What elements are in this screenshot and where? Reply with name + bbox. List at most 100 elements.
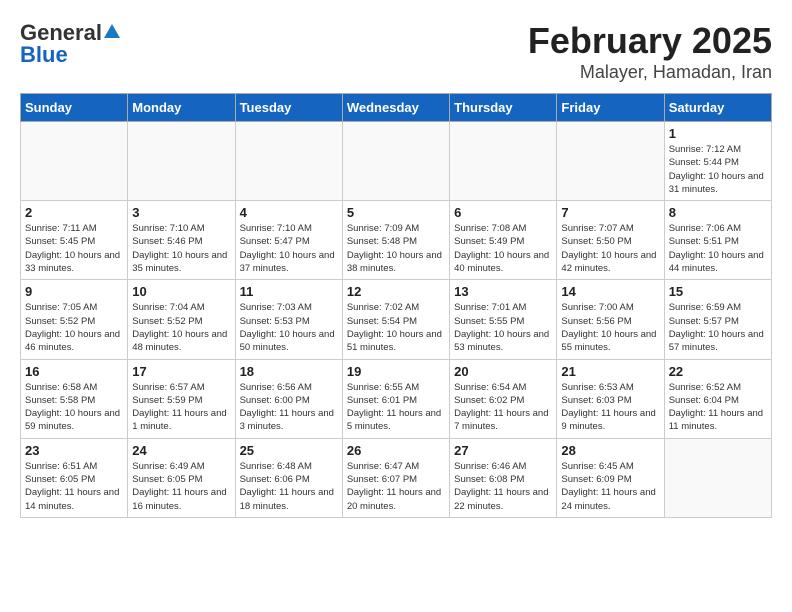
day-info: Sunrise: 6:45 AM Sunset: 6:09 PM Dayligh…: [561, 460, 659, 513]
day-info: Sunrise: 7:01 AM Sunset: 5:55 PM Dayligh…: [454, 301, 552, 354]
day-info: Sunrise: 7:00 AM Sunset: 5:56 PM Dayligh…: [561, 301, 659, 354]
calendar-cell: 16 Sunrise: 6:58 AM Sunset: 5:58 PM Dayli…: [21, 359, 128, 438]
calendar-weekday-tuesday: Tuesday: [235, 94, 342, 122]
day-info: Sunrise: 7:06 AM Sunset: 5:51 PM Dayligh…: [669, 222, 767, 275]
calendar-cell: 13Sunrise: 7:01 AM Sunset: 5:55 PM Dayli…: [450, 280, 557, 359]
calendar-cell: 7Sunrise: 7:07 AM Sunset: 5:50 PM Daylig…: [557, 201, 664, 280]
calendar-cell: 24 Sunrise: 6:49 AM Sunset: 6:05 PM Dayli…: [128, 438, 235, 517]
calendar-cell: 3Sunrise: 7:10 AM Sunset: 5:46 PM Daylig…: [128, 201, 235, 280]
logo-icon: [103, 22, 121, 40]
day-info: Sunrise: 6:49 AM Sunset: 6:05 PM Dayligh…: [132, 460, 230, 513]
page-subtitle: Malayer, Hamadan, Iran: [528, 62, 772, 83]
day-info: Sunrise: 6:54 AM Sunset: 6:02 PM Dayligh…: [454, 381, 552, 434]
day-number: 1: [669, 126, 767, 141]
day-info: Sunrise: 6:56 AM Sunset: 6:00 PM Dayligh…: [240, 381, 338, 434]
day-number: 19: [347, 364, 445, 379]
calendar-cell: 9 Sunrise: 7:05 AM Sunset: 5:52 PM Daylig…: [21, 280, 128, 359]
calendar-cell: [450, 122, 557, 201]
day-number: 10: [132, 284, 230, 299]
page-header: General Blue February 2025 Malayer, Hama…: [20, 20, 772, 83]
day-info: Sunrise: 7:04 AM Sunset: 5:52 PM Dayligh…: [132, 301, 230, 354]
calendar-cell: 19 Sunrise: 6:55 AM Sunset: 6:01 PM Dayli…: [342, 359, 449, 438]
day-info: Sunrise: 7:02 AM Sunset: 5:54 PM Dayligh…: [347, 301, 445, 354]
day-number: 14: [561, 284, 659, 299]
day-info: Sunrise: 7:03 AM Sunset: 5:53 PM Dayligh…: [240, 301, 338, 354]
calendar-cell: 18 Sunrise: 6:56 AM Sunset: 6:00 PM Dayli…: [235, 359, 342, 438]
calendar-weekday-saturday: Saturday: [664, 94, 771, 122]
day-number: 18: [240, 364, 338, 379]
day-info: Sunrise: 6:51 AM Sunset: 6:05 PM Dayligh…: [25, 460, 123, 513]
calendar-weekday-sunday: Sunday: [21, 94, 128, 122]
calendar-cell: [664, 438, 771, 517]
day-info: Sunrise: 6:47 AM Sunset: 6:07 PM Dayligh…: [347, 460, 445, 513]
day-info: Sunrise: 7:10 AM Sunset: 5:47 PM Dayligh…: [240, 222, 338, 275]
day-number: 8: [669, 205, 767, 220]
calendar-cell: 21 Sunrise: 6:53 AM Sunset: 6:03 PM Dayli…: [557, 359, 664, 438]
calendar-cell: [21, 122, 128, 201]
calendar-week-row: 2 Sunrise: 7:11 AM Sunset: 5:45 PM Daylig…: [21, 201, 772, 280]
day-info: Sunrise: 6:53 AM Sunset: 6:03 PM Dayligh…: [561, 381, 659, 434]
calendar-cell: 22 Sunrise: 6:52 AM Sunset: 6:04 PM Dayli…: [664, 359, 771, 438]
title-block: February 2025 Malayer, Hamadan, Iran: [528, 20, 772, 83]
day-number: 9: [25, 284, 123, 299]
calendar-table: SundayMondayTuesdayWednesdayThursdayFrid…: [20, 93, 772, 518]
calendar-cell: 4 Sunrise: 7:10 AM Sunset: 5:47 PM Daylig…: [235, 201, 342, 280]
day-number: 28: [561, 443, 659, 458]
day-number: 4: [240, 205, 338, 220]
day-number: 7: [561, 205, 659, 220]
day-number: 6: [454, 205, 552, 220]
calendar-cell: 8 Sunrise: 7:06 AM Sunset: 5:51 PM Daylig…: [664, 201, 771, 280]
day-info: Sunrise: 6:52 AM Sunset: 6:04 PM Dayligh…: [669, 381, 767, 434]
day-number: 27: [454, 443, 552, 458]
day-info: Sunrise: 6:48 AM Sunset: 6:06 PM Dayligh…: [240, 460, 338, 513]
logo-blue-text: Blue: [20, 42, 68, 68]
calendar-cell: [235, 122, 342, 201]
calendar-cell: 17 Sunrise: 6:57 AM Sunset: 5:59 PM Dayli…: [128, 359, 235, 438]
day-number: 25: [240, 443, 338, 458]
day-info: Sunrise: 7:08 AM Sunset: 5:49 PM Dayligh…: [454, 222, 552, 275]
day-number: 17: [132, 364, 230, 379]
day-info: Sunrise: 7:09 AM Sunset: 5:48 PM Dayligh…: [347, 222, 445, 275]
calendar-cell: 20 Sunrise: 6:54 AM Sunset: 6:02 PM Dayli…: [450, 359, 557, 438]
calendar-cell: 14 Sunrise: 7:00 AM Sunset: 5:56 PM Dayli…: [557, 280, 664, 359]
calendar-weekday-thursday: Thursday: [450, 94, 557, 122]
calendar-cell: [557, 122, 664, 201]
day-info: Sunrise: 7:12 AM Sunset: 5:44 PM Dayligh…: [669, 143, 767, 196]
day-number: 20: [454, 364, 552, 379]
day-number: 23: [25, 443, 123, 458]
day-info: Sunrise: 6:58 AM Sunset: 5:58 PM Dayligh…: [25, 381, 123, 434]
calendar-cell: 23 Sunrise: 6:51 AM Sunset: 6:05 PM Dayli…: [21, 438, 128, 517]
calendar-weekday-friday: Friday: [557, 94, 664, 122]
day-number: 16: [25, 364, 123, 379]
day-number: 26: [347, 443, 445, 458]
calendar-week-row: 1 Sunrise: 7:12 AM Sunset: 5:44 PM Daylig…: [21, 122, 772, 201]
page-title: February 2025: [528, 20, 772, 62]
calendar-cell: [342, 122, 449, 201]
day-info: Sunrise: 7:11 AM Sunset: 5:45 PM Dayligh…: [25, 222, 123, 275]
day-number: 21: [561, 364, 659, 379]
logo: General Blue: [20, 20, 121, 68]
calendar-week-row: 9 Sunrise: 7:05 AM Sunset: 5:52 PM Daylig…: [21, 280, 772, 359]
calendar-cell: 10 Sunrise: 7:04 AM Sunset: 5:52 PM Dayli…: [128, 280, 235, 359]
calendar-cell: 6 Sunrise: 7:08 AM Sunset: 5:49 PM Daylig…: [450, 201, 557, 280]
calendar-cell: [128, 122, 235, 201]
day-info: Sunrise: 6:55 AM Sunset: 6:01 PM Dayligh…: [347, 381, 445, 434]
day-number: 15: [669, 284, 767, 299]
calendar-cell: 12 Sunrise: 7:02 AM Sunset: 5:54 PM Dayli…: [342, 280, 449, 359]
day-info: Sunrise: 7:10 AM Sunset: 5:46 PM Dayligh…: [132, 222, 230, 275]
calendar-weekday-wednesday: Wednesday: [342, 94, 449, 122]
day-number: 24: [132, 443, 230, 458]
calendar-cell: 5Sunrise: 7:09 AM Sunset: 5:48 PM Daylig…: [342, 201, 449, 280]
calendar-cell: 1 Sunrise: 7:12 AM Sunset: 5:44 PM Daylig…: [664, 122, 771, 201]
day-number: 12: [347, 284, 445, 299]
calendar-cell: 11 Sunrise: 7:03 AM Sunset: 5:53 PM Dayli…: [235, 280, 342, 359]
calendar-cell: 26 Sunrise: 6:47 AM Sunset: 6:07 PM Dayli…: [342, 438, 449, 517]
day-number: 2: [25, 205, 123, 220]
day-number: 11: [240, 284, 338, 299]
calendar-cell: 2 Sunrise: 7:11 AM Sunset: 5:45 PM Daylig…: [21, 201, 128, 280]
day-info: Sunrise: 7:05 AM Sunset: 5:52 PM Dayligh…: [25, 301, 123, 354]
day-info: Sunrise: 6:57 AM Sunset: 5:59 PM Dayligh…: [132, 381, 230, 434]
calendar-cell: 28 Sunrise: 6:45 AM Sunset: 6:09 PM Dayli…: [557, 438, 664, 517]
day-number: 22: [669, 364, 767, 379]
day-info: Sunrise: 6:46 AM Sunset: 6:08 PM Dayligh…: [454, 460, 552, 513]
